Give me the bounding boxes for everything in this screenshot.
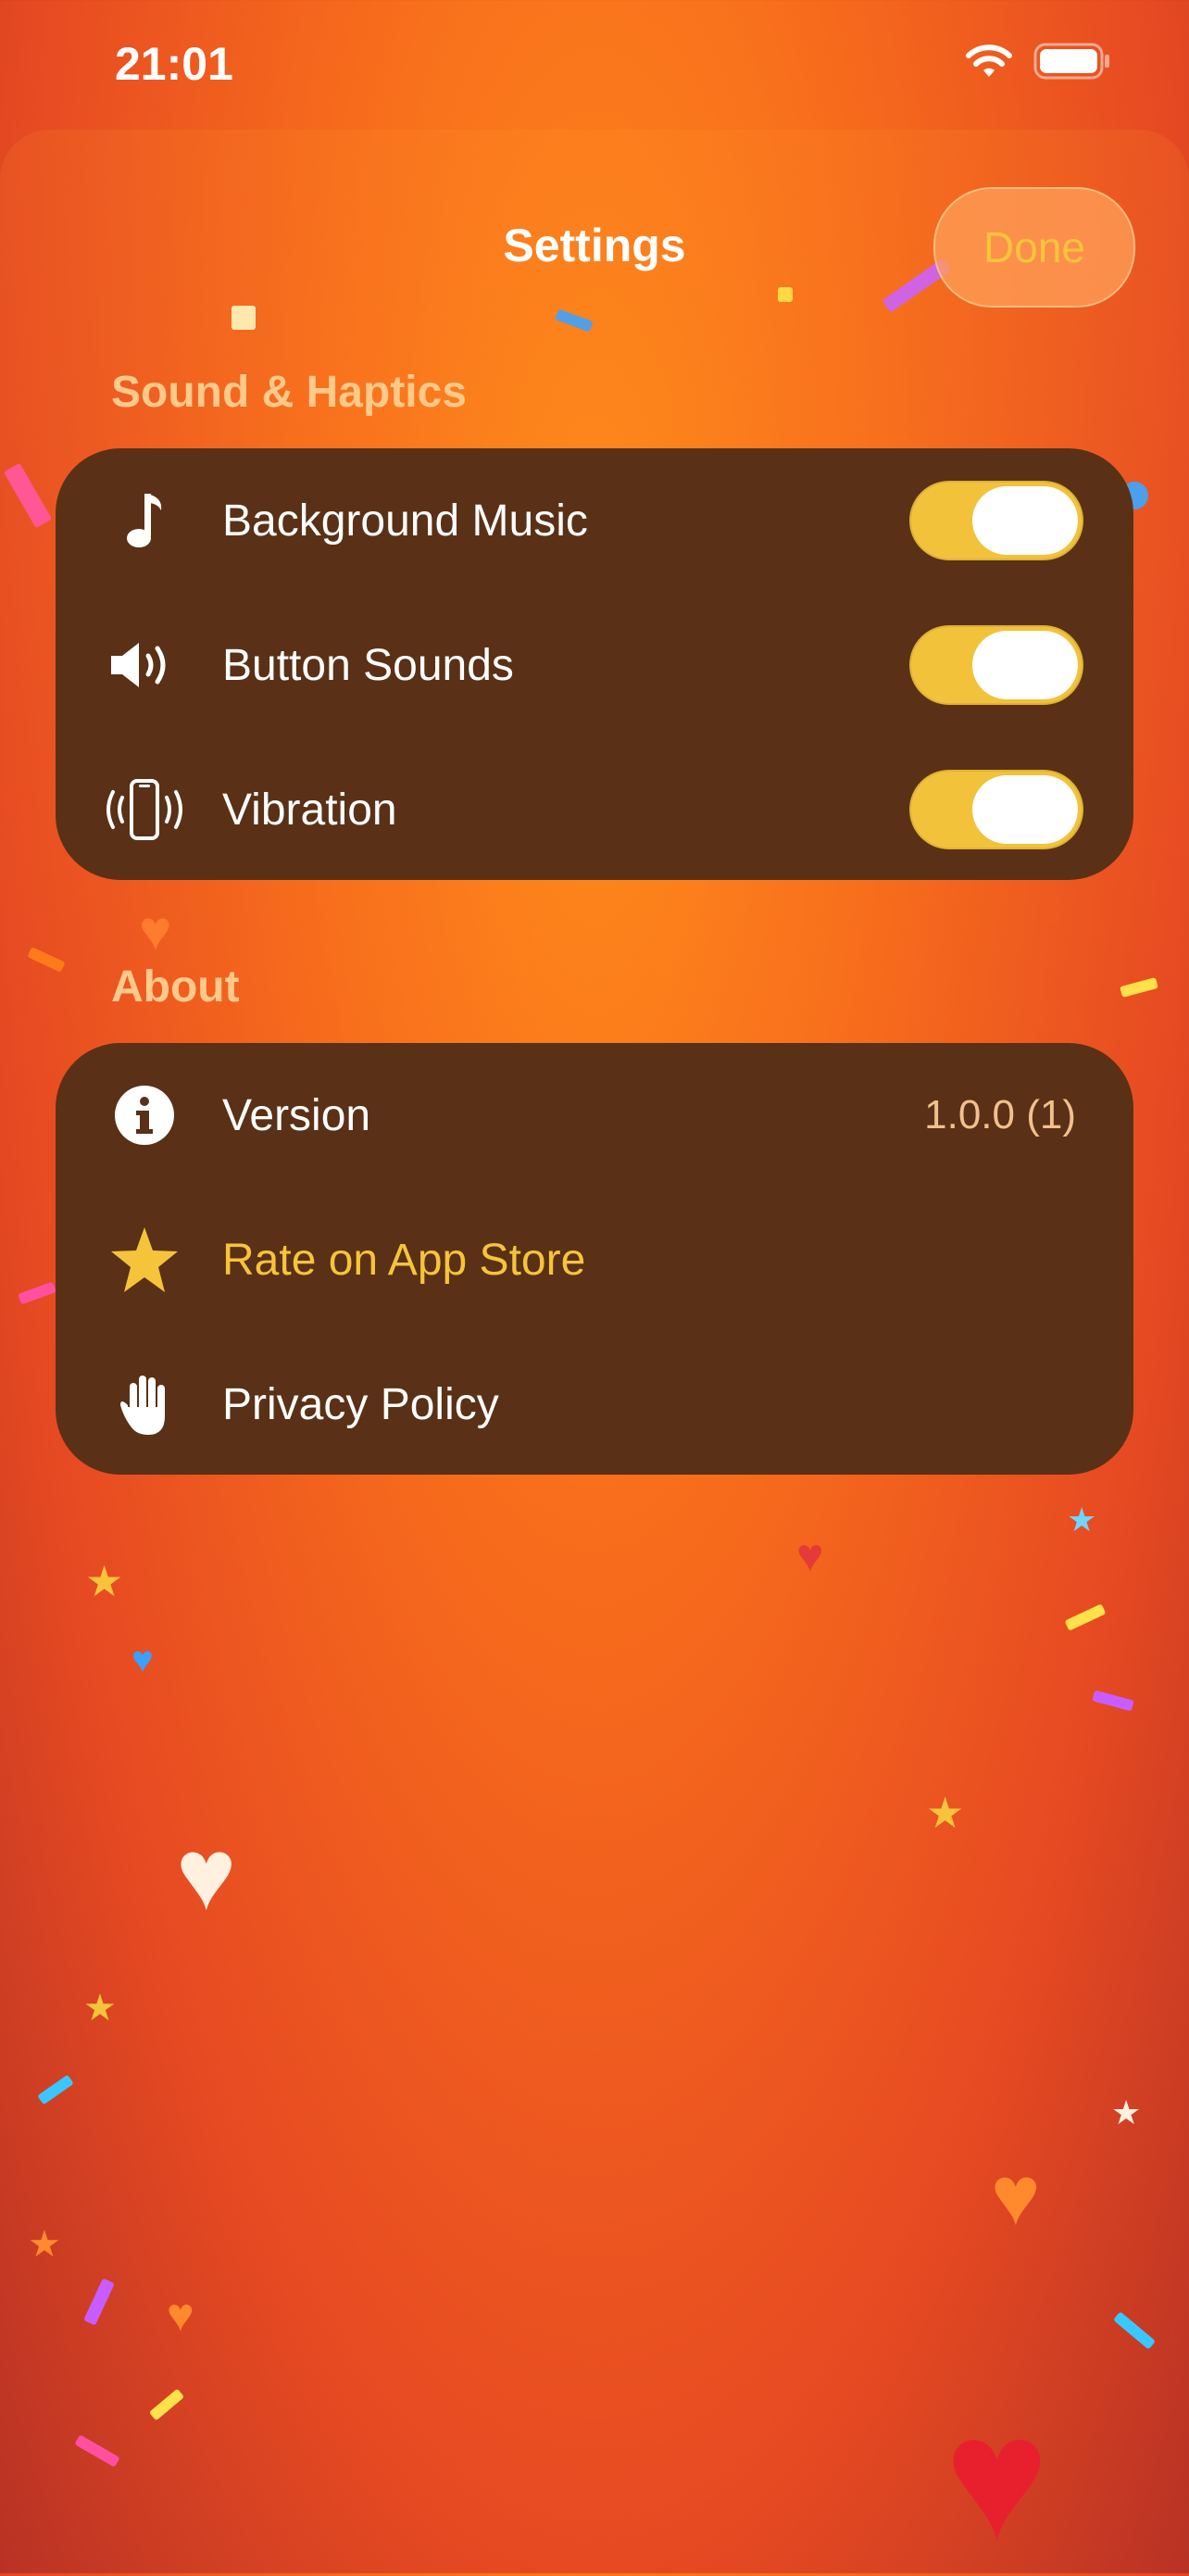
privacy-policy-row[interactable]: Privacy Policy	[56, 1332, 1133, 1476]
about-card: Version 1.0.0 (1) Rate on App Store Priv…	[56, 1043, 1133, 1475]
music-note-icon	[96, 472, 193, 569]
vibration-row: Vibration	[56, 737, 1133, 882]
status-time: 21:01	[115, 38, 233, 90]
toggle-knob	[972, 775, 1078, 844]
button-sounds-row: Button Sounds	[56, 593, 1133, 737]
sound-haptics-card: Background Music Button Sounds Vibration	[56, 448, 1133, 880]
toggle-knob	[972, 631, 1078, 699]
version-label: Version	[222, 1090, 371, 1140]
vibration-label: Vibration	[222, 785, 397, 835]
button-sounds-label: Button Sounds	[222, 640, 514, 690]
status-icons	[965, 43, 1111, 80]
button-sounds-toggle[interactable]	[909, 625, 1083, 705]
speaker-icon	[96, 617, 193, 713]
star-icon	[96, 1212, 193, 1308]
background-music-toggle[interactable]	[909, 481, 1083, 560]
background-music-label: Background Music	[222, 496, 588, 546]
wifi-icon	[966, 44, 1012, 77]
phone-vibrate-icon	[96, 761, 193, 858]
privacy-policy-label[interactable]: Privacy Policy	[222, 1379, 499, 1430]
hand-icon	[96, 1356, 193, 1452]
rate-app-label[interactable]: Rate on App Store	[222, 1235, 585, 1286]
version-row: Version 1.0.0 (1)	[56, 1043, 1133, 1187]
done-button[interactable]: Done	[933, 187, 1135, 308]
battery-icon	[1033, 43, 1109, 80]
vibration-toggle[interactable]	[909, 770, 1083, 849]
toggle-knob	[972, 486, 1078, 555]
version-value: 1.0.0 (1)	[924, 1092, 1076, 1137]
section-header-about: About	[111, 962, 240, 1012]
info-icon	[96, 1067, 193, 1163]
section-header-sound-haptics: Sound & Haptics	[111, 368, 468, 417]
background-music-row: Background Music	[56, 448, 1133, 593]
status-bar: 21:01	[0, 0, 1189, 130]
rate-app-row[interactable]: Rate on App Store	[56, 1187, 1133, 1332]
